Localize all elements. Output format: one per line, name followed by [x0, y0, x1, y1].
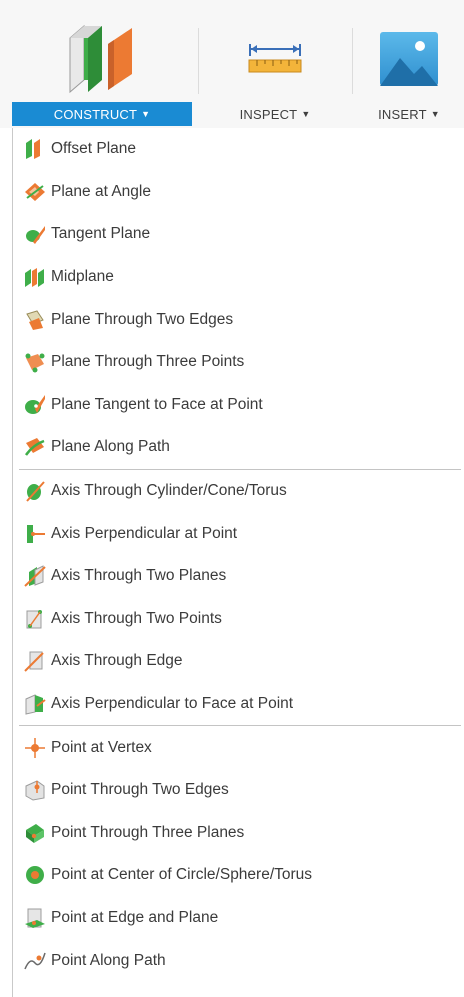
- menu-item-plane-three-points[interactable]: Plane Through Three Points: [13, 341, 461, 384]
- inspect-menu-button[interactable]: INSPECT ▼: [200, 102, 350, 126]
- axes-section: Axis Through Cylinder/Cone/Torus Axis Pe…: [13, 470, 461, 726]
- axis-two-points-icon: [26, 609, 42, 629]
- menu-item-label: Plane Tangent to Face at Point: [51, 395, 263, 413]
- chevron-down-icon: ▼: [430, 109, 440, 119]
- plane-along-path-icon: [24, 438, 45, 457]
- toolbar: CONSTRUCT ▼ INSPECT ▼ INSERT ▼: [0, 0, 464, 128]
- insert-label: INSERT: [378, 106, 427, 122]
- menu-item-plane-at-angle[interactable]: Plane at Angle: [13, 171, 461, 214]
- menu-item-label: Point at Vertex: [51, 738, 152, 756]
- menu-item-point-two-edges[interactable]: Point Through Two Edges: [13, 769, 461, 812]
- construct-planes-icon[interactable]: [12, 20, 192, 98]
- menu-item-axis-cylinder[interactable]: Axis Through Cylinder/Cone/Torus: [13, 470, 461, 513]
- menu-item-label: Point at Edge and Plane: [51, 908, 219, 926]
- tangent-plane-icon: [26, 226, 45, 245]
- menu-item-label: Axis Perpendicular to Face at Point: [51, 695, 294, 713]
- insert-group[interactable]: INSERT ▼: [354, 0, 464, 128]
- menu-item-axis-perpendicular-point[interactable]: Axis Perpendicular at Point: [13, 512, 461, 555]
- menu-item-axis-two-points[interactable]: Axis Through Two Points: [13, 598, 461, 641]
- inspect-label: INSPECT: [239, 106, 298, 122]
- menu-item-label: Point Through Three Planes: [51, 823, 245, 841]
- planes-section: Offset Plane Plane at Angle Tangent Plan…: [13, 128, 461, 469]
- point-two-edges-icon: [25, 780, 45, 801]
- plane-tangent-face-icon: [25, 394, 45, 414]
- plane-at-angle-icon: [25, 182, 45, 201]
- point-edge-plane-icon: [25, 908, 45, 928]
- menu-item-label: Axis Through Two Points: [51, 609, 222, 627]
- menu-item-point-along-path[interactable]: Point Along Path: [13, 939, 461, 982]
- point-center-icon: [26, 866, 44, 885]
- point-along-path-icon: [24, 952, 46, 969]
- construct-group[interactable]: CONSTRUCT ▼: [12, 0, 192, 128]
- menu-item-point-three-planes[interactable]: Point Through Three Planes: [13, 812, 461, 855]
- menu-item-plane-along-path[interactable]: Plane Along Path: [13, 426, 461, 469]
- midplane-icon: [25, 268, 44, 288]
- menu-item-label: Offset Plane: [51, 140, 137, 158]
- chevron-down-icon: ▼: [301, 109, 311, 119]
- menu-item-point-edge-plane[interactable]: Point at Edge and Plane: [13, 897, 461, 940]
- construct-label: CONSTRUCT: [53, 106, 138, 122]
- menu-item-label: Axis Through Edge: [51, 652, 183, 670]
- menu-item-label: Axis Perpendicular at Point: [51, 524, 238, 542]
- menu-item-label: Axis Through Cylinder/Cone/Torus: [51, 482, 287, 500]
- point-vertex-icon: [25, 737, 45, 758]
- menu-item-point-center[interactable]: Point at Center of Circle/Sphere/Torus: [13, 854, 461, 897]
- measure-ruler-icon[interactable]: [200, 20, 350, 98]
- offset-plane-icon: [26, 139, 40, 160]
- plane-two-edges-icon: [26, 310, 44, 330]
- menu-item-label: Plane at Angle: [51, 182, 151, 200]
- menu-item-plane-two-edges[interactable]: Plane Through Two Edges: [13, 298, 461, 341]
- menu-item-label: Point Through Two Edges: [51, 781, 229, 799]
- menu-item-label: Axis Through Two Planes: [51, 567, 227, 585]
- axis-two-planes-icon: [24, 565, 46, 587]
- plane-three-points-icon: [25, 353, 45, 373]
- axis-perpendicular-point-icon: [27, 524, 45, 543]
- menu-item-axis-edge[interactable]: Axis Through Edge: [13, 640, 461, 683]
- point-three-planes-icon: [26, 823, 44, 843]
- axis-edge-icon: [24, 651, 44, 673]
- chevron-down-icon: ▼: [141, 109, 151, 119]
- construct-menu-button[interactable]: CONSTRUCT ▼: [12, 102, 192, 126]
- menu-item-label: Plane Through Three Points: [51, 353, 245, 371]
- menu-item-plane-tangent-face[interactable]: Plane Tangent to Face at Point: [13, 384, 461, 427]
- menu-item-label: Tangent Plane: [51, 225, 151, 243]
- menu-item-label: Point Along Path: [51, 951, 166, 969]
- construct-dropdown-menu: Offset Plane Plane at Angle Tangent Plan…: [12, 128, 461, 997]
- menu-item-point-vertex[interactable]: Point at Vertex: [13, 726, 461, 769]
- axis-cylinder-icon: [26, 481, 45, 502]
- menu-item-midplane[interactable]: Midplane: [13, 256, 461, 299]
- inspect-group[interactable]: INSPECT ▼: [200, 0, 350, 128]
- menu-item-offset-plane[interactable]: Offset Plane: [13, 128, 461, 171]
- axis-perpendicular-face-icon: [25, 694, 46, 715]
- insert-image-icon[interactable]: [354, 20, 464, 98]
- toolbar-divider: [198, 28, 199, 94]
- menu-item-label: Plane Along Path: [51, 438, 170, 456]
- points-section: Point at Vertex Point Through Two Edges …: [13, 726, 461, 982]
- menu-item-label: Point at Center of Circle/Sphere/Torus: [51, 866, 313, 884]
- menu-item-axis-two-planes[interactable]: Axis Through Two Planes: [13, 555, 461, 598]
- menu-item-tangent-plane[interactable]: Tangent Plane: [13, 213, 461, 256]
- menu-item-axis-perpendicular-face[interactable]: Axis Perpendicular to Face at Point: [13, 683, 461, 726]
- toolbar-divider: [352, 28, 353, 94]
- menu-item-label: Plane Through Two Edges: [51, 310, 234, 328]
- insert-menu-button[interactable]: INSERT ▼: [354, 102, 464, 126]
- menu-item-label: Midplane: [51, 268, 114, 286]
